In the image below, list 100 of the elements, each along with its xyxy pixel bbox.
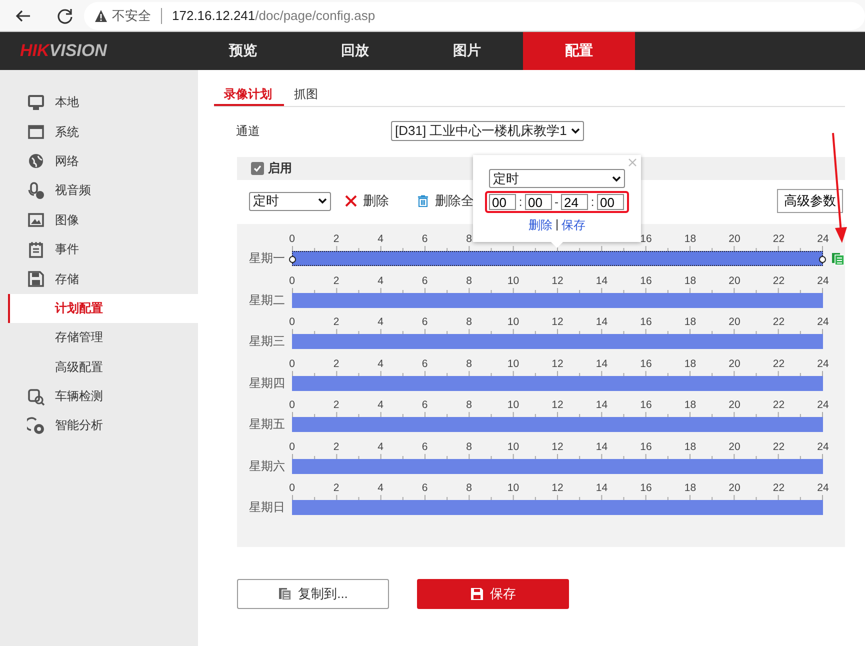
sidebar-item[interactable]: 高级配置 bbox=[0, 352, 198, 382]
bar-handle[interactable] bbox=[289, 256, 296, 263]
time-separator: : bbox=[590, 195, 596, 209]
menu-icon bbox=[27, 94, 45, 112]
caret-icon bbox=[612, 176, 621, 182]
nav-tab[interactable]: 预览 bbox=[187, 32, 299, 70]
logo: HIKVISION bbox=[20, 41, 107, 61]
hour-label: 12 bbox=[552, 399, 564, 411]
hour-label: 8 bbox=[466, 482, 472, 494]
hour-label: 6 bbox=[422, 233, 428, 245]
hour-label: 10 bbox=[507, 482, 520, 494]
hour-label: 20 bbox=[728, 482, 740, 494]
hour-label: 22 bbox=[772, 358, 785, 370]
time-field[interactable]: 00 bbox=[489, 194, 516, 210]
sidebar-item[interactable]: 事件 bbox=[0, 234, 198, 264]
hour-label: 0 bbox=[289, 316, 295, 328]
hour-label: 4 bbox=[378, 399, 384, 411]
hour-label: 0 bbox=[289, 274, 295, 286]
copy-icon[interactable] bbox=[831, 252, 845, 266]
schedule-bar[interactable] bbox=[292, 458, 823, 474]
sidebar-item[interactable]: 本地 bbox=[0, 88, 198, 118]
time-field[interactable]: 00 bbox=[525, 194, 552, 210]
time-field[interactable]: 00 bbox=[597, 194, 624, 210]
hour-label: 24 bbox=[817, 316, 829, 328]
delete-link[interactable]: 删除 bbox=[528, 217, 552, 234]
menu-icon bbox=[27, 270, 45, 288]
hour-label: 6 bbox=[422, 316, 428, 328]
delete-link[interactable]: 删除 bbox=[363, 192, 389, 210]
tab[interactable]: 录像计划 bbox=[214, 84, 284, 106]
hour-label: 10 bbox=[507, 274, 520, 286]
hour-label: 24 bbox=[817, 482, 829, 494]
caret-icon bbox=[318, 198, 327, 204]
delete-all-link[interactable]: 删除全 bbox=[435, 192, 474, 210]
hour-label: 14 bbox=[596, 358, 608, 370]
mode-dropdown[interactable]: 定时 bbox=[249, 192, 331, 210]
hour-label: 12 bbox=[552, 482, 564, 494]
hour-label: 20 bbox=[728, 274, 740, 286]
hour-label: 8 bbox=[466, 233, 472, 245]
nav-tab[interactable]: 回放 bbox=[299, 32, 411, 70]
hour-label: 20 bbox=[728, 358, 740, 370]
hour-label: 2 bbox=[333, 316, 340, 328]
hour-label: 16 bbox=[640, 440, 652, 452]
hour-label: 22 bbox=[772, 233, 785, 245]
sidebar-item[interactable]: 存储 bbox=[0, 264, 198, 294]
sidebar-item[interactable]: 网络 bbox=[0, 146, 198, 176]
hour-label: 14 bbox=[596, 440, 608, 452]
nav-tab[interactable]: 配置 bbox=[523, 32, 635, 70]
copy-to-button[interactable]: 复制到... bbox=[237, 578, 389, 608]
hour-label: 4 bbox=[378, 482, 384, 494]
hour-label: 14 bbox=[596, 316, 608, 328]
sidebar-item[interactable]: 视音频 bbox=[0, 176, 198, 206]
address-bar[interactable]: 不安全 172.16.12.241/doc/page/config.asp bbox=[84, 2, 865, 30]
sidebar-item[interactable]: 图像 bbox=[0, 206, 198, 235]
hour-label: 16 bbox=[640, 233, 652, 245]
hour-label: 8 bbox=[466, 399, 472, 411]
hour-label: 14 bbox=[596, 399, 608, 411]
sidebar-item[interactable]: 存储管理 bbox=[0, 323, 198, 353]
sidebar-item[interactable]: 智能分析 bbox=[0, 411, 198, 441]
hour-label: 12 bbox=[552, 274, 564, 286]
hour-label: 22 bbox=[772, 316, 785, 328]
menu-icon bbox=[27, 182, 45, 200]
hour-label: 10 bbox=[507, 399, 520, 411]
hour-label: 2 bbox=[333, 274, 340, 286]
schedule-bar[interactable] bbox=[292, 376, 823, 390]
sidebar-item[interactable]: 系统 bbox=[0, 117, 198, 147]
enable-checkbox[interactable] bbox=[251, 162, 264, 175]
hour-label: 12 bbox=[552, 440, 564, 452]
hour-label: 8 bbox=[466, 358, 472, 370]
hour-label: 0 bbox=[289, 482, 295, 494]
hour-label: 16 bbox=[640, 274, 652, 286]
trash-icon[interactable] bbox=[417, 195, 429, 207]
tab[interactable]: 抓图 bbox=[284, 84, 330, 106]
hour-label: 0 bbox=[289, 233, 295, 245]
hour-label: 14 bbox=[596, 274, 608, 286]
close-icon[interactable] bbox=[345, 195, 357, 207]
mode-dropdown[interactable]: 定时 bbox=[489, 169, 625, 188]
hour-label: 18 bbox=[684, 399, 696, 411]
channel-dropdown[interactable]: [D31] 工业中心一楼机床教学1 bbox=[391, 121, 584, 141]
time-field[interactable]: 24 bbox=[561, 194, 588, 210]
save-link[interactable]: 保存 bbox=[562, 217, 586, 234]
sidebar-item[interactable]: 车辆检测 bbox=[0, 382, 198, 412]
sidebar-item[interactable]: 计划配置 bbox=[8, 294, 198, 324]
save-button[interactable]: 保存 bbox=[417, 578, 569, 608]
hour-label: 6 bbox=[422, 274, 428, 286]
security-label: 不安全 bbox=[112, 6, 151, 24]
hour-label: 8 bbox=[466, 440, 472, 452]
reload-icon[interactable] bbox=[56, 6, 74, 24]
menu-icon bbox=[27, 211, 45, 230]
hour-label: 10 bbox=[507, 440, 520, 452]
hour-label: 2 bbox=[333, 233, 340, 245]
schedule-bar[interactable] bbox=[292, 292, 823, 308]
advanced-button[interactable]: 高级参数 bbox=[777, 189, 843, 213]
schedule-bar[interactable] bbox=[292, 251, 823, 266]
hour-label: 4 bbox=[378, 358, 384, 370]
hour-label: 14 bbox=[596, 482, 608, 494]
hour-label: 2 bbox=[333, 440, 340, 452]
nav-tab[interactable]: 图片 bbox=[411, 32, 523, 70]
hour-label: 20 bbox=[728, 233, 740, 245]
bar-handle[interactable] bbox=[819, 256, 826, 263]
channel-label: 通道 bbox=[236, 122, 261, 140]
